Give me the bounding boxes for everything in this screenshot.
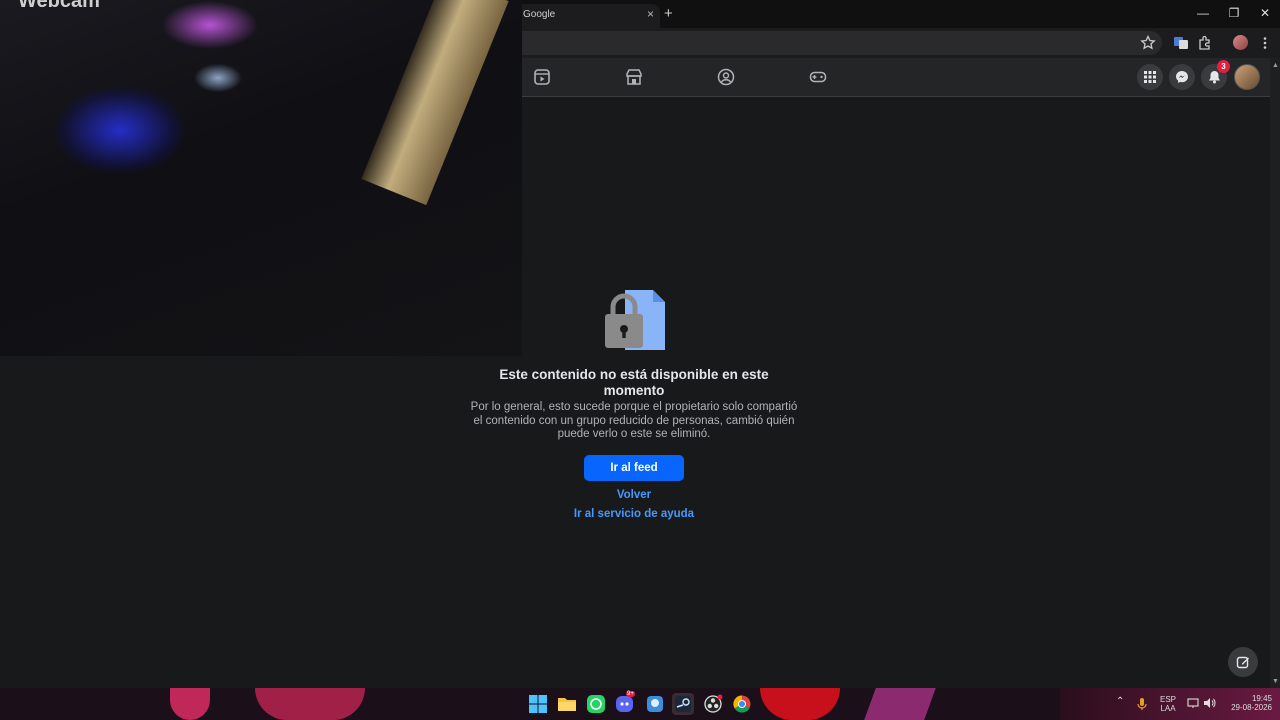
gaming-icon[interactable] — [809, 68, 827, 86]
menu-grid-button[interactable] — [1137, 64, 1163, 90]
clock-date: 29-08-2026 — [1231, 703, 1272, 712]
windows-taskbar: 9+ ⌃ ESP LAA 19:45 29-08-2026 — [0, 688, 1280, 720]
language-top: ESP — [1159, 695, 1176, 704]
browser-tab[interactable]: Google × — [515, 4, 660, 28]
windows-icon — [529, 695, 547, 713]
taskbar-steam[interactable] — [672, 693, 694, 715]
webcam-overlay: Webcam — [0, 0, 522, 356]
start-button[interactable] — [527, 693, 549, 715]
new-message-button[interactable] — [1228, 647, 1258, 677]
webcam-label: Webcam — [18, 0, 100, 12]
whatsapp-icon — [587, 695, 605, 713]
help-center-link[interactable]: Ir al servicio de ayuda — [524, 508, 744, 520]
tray-overflow-icon[interactable]: ⌃ — [1116, 697, 1124, 707]
compose-icon — [1236, 656, 1249, 669]
tab-close-icon[interactable]: × — [647, 7, 654, 21]
taskbar-whatsapp[interactable] — [585, 693, 607, 715]
account-avatar[interactable] — [1234, 64, 1260, 90]
back-link[interactable]: Volver — [524, 489, 744, 501]
bell-icon — [1208, 71, 1220, 84]
clock-time: 19:45 — [1251, 694, 1272, 703]
grid-icon — [1144, 71, 1156, 83]
close-window-button[interactable]: ✕ — [1250, 3, 1280, 23]
taskbar-obs[interactable] — [702, 693, 724, 715]
scroll-down-icon[interactable]: ▼ — [1272, 678, 1279, 685]
messenger-icon — [1176, 71, 1188, 83]
wallpaper-shape — [255, 688, 365, 720]
extensions-icon[interactable] — [1197, 35, 1213, 51]
page-scrollbar[interactable] — [1270, 58, 1280, 688]
language-bottom: LAA — [1160, 704, 1176, 713]
translate-icon[interactable] — [1173, 35, 1189, 51]
volume-icon[interactable] — [1203, 697, 1216, 709]
scroll-up-icon[interactable]: ▲ — [1272, 62, 1279, 69]
app-icon — [647, 696, 663, 712]
new-tab-button[interactable]: + — [664, 5, 673, 22]
taskbar-discord[interactable]: 9+ — [614, 691, 636, 715]
tab-title: Google — [523, 9, 556, 20]
wallpaper-shape — [170, 688, 210, 720]
network-icon[interactable] — [1187, 697, 1199, 709]
minimize-button[interactable]: — — [1188, 3, 1218, 23]
go-to-feed-button[interactable]: Ir al feed — [584, 455, 684, 481]
bookmark-star-icon[interactable] — [1140, 35, 1156, 51]
messenger-button[interactable] — [1169, 64, 1195, 90]
language-indicator[interactable]: ESP LAA — [1157, 695, 1179, 713]
microphone-icon[interactable] — [1137, 697, 1147, 711]
folder-icon — [558, 698, 576, 711]
groups-icon[interactable] — [717, 68, 735, 86]
notifications-badge: 3 — [1217, 60, 1230, 73]
taskbar-file-explorer[interactable] — [556, 693, 578, 715]
wallpaper-shape — [864, 688, 936, 720]
taskbar-app[interactable] — [644, 693, 666, 715]
clock[interactable]: 19:45 29-08-2026 — [1222, 694, 1272, 712]
webcam-scene — [361, 0, 509, 206]
content-locked-icon — [605, 290, 665, 350]
address-bar[interactable] — [480, 31, 1162, 55]
marketplace-icon[interactable] — [625, 68, 643, 86]
unavailable-title: Este contenido no está disponible en est… — [499, 367, 769, 398]
steam-icon — [675, 696, 691, 712]
chrome-icon — [733, 695, 751, 713]
taskbar-chrome[interactable] — [731, 693, 753, 715]
obs-icon — [704, 694, 723, 713]
reels-icon[interactable] — [533, 68, 551, 86]
wallpaper-shape — [760, 688, 840, 720]
discord-badge: 9+ — [626, 691, 635, 697]
unavailable-description: Por lo general, esto sucede porque el pr… — [470, 401, 798, 440]
restore-button[interactable]: ❐ — [1219, 3, 1249, 23]
menu-dots-icon[interactable] — [1257, 35, 1273, 51]
profile-avatar-icon[interactable] — [1233, 35, 1248, 50]
